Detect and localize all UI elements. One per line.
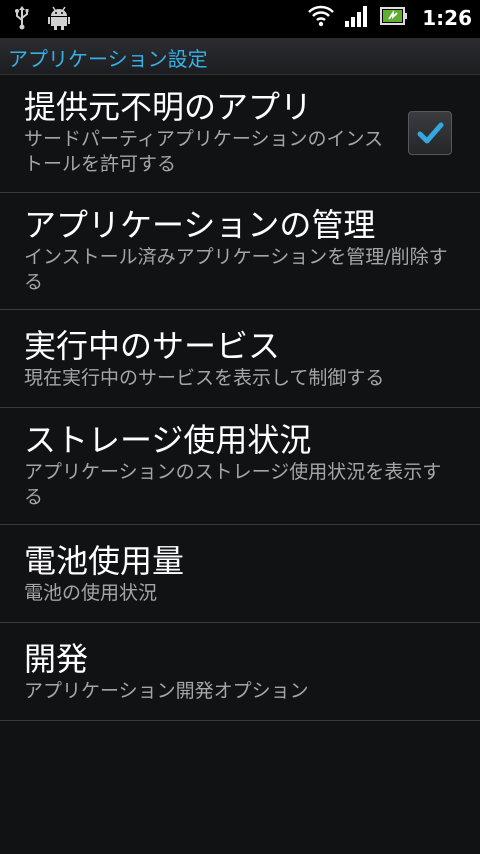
clock: 1:26 xyxy=(422,6,472,30)
settings-item-title: 開発 xyxy=(24,640,89,678)
settings-item-summary: 現在実行中のサービスを表示して制御する xyxy=(24,367,385,389)
settings-item-summary: アプリケーションのストレージ使用状況を表示する xyxy=(24,461,442,508)
settings-item-unknown-sources[interactable]: 提供元不明のアプリ サードパーティアプリケーションのインストールを許可する xyxy=(0,75,480,193)
android-debug-icon xyxy=(48,6,70,34)
settings-list: 提供元不明のアプリ サードパーティアプリケーションのインストールを許可する アプ… xyxy=(0,75,480,721)
settings-item-summary: アプリケーション開発オプション xyxy=(24,680,309,702)
battery-icon xyxy=(380,6,408,30)
signal-icon xyxy=(344,4,370,32)
settings-item-title: 実行中のサービス xyxy=(24,327,281,365)
settings-item-development[interactable]: 開発 アプリケーション開発オプション xyxy=(0,623,480,721)
wifi-icon xyxy=(308,5,335,31)
settings-item-title: ストレージ使用状況 xyxy=(24,421,312,459)
unknown-sources-checkbox[interactable] xyxy=(408,111,452,155)
settings-item-title: アプリケーションの管理 xyxy=(24,206,376,244)
usb-icon xyxy=(14,6,30,34)
status-bar: 1:26 xyxy=(0,0,480,38)
title-bar: アプリケーション設定 xyxy=(0,38,480,75)
settings-item-summary: サードパーティアプリケーションのインストールを許可する xyxy=(24,128,384,175)
settings-item-title: 提供元不明のアプリ xyxy=(24,88,313,126)
settings-item-running-services[interactable]: 実行中のサービス 現在実行中のサービスを表示して制御する xyxy=(0,310,480,408)
settings-item-summary: 電池の使用状況 xyxy=(24,582,158,604)
settings-item-title: 電池使用量 xyxy=(24,542,185,580)
page-title: アプリケーション設定 xyxy=(8,47,208,71)
settings-item-summary: インストール済みアプリケーションを管理/削除する xyxy=(24,246,448,293)
settings-item-battery-use[interactable]: 電池使用量 電池の使用状況 xyxy=(0,525,480,623)
checkmark-icon xyxy=(409,122,451,158)
settings-item-storage-use[interactable]: ストレージ使用状況 アプリケーションのストレージ使用状況を表示する xyxy=(0,408,480,525)
settings-item-manage-apps[interactable]: アプリケーションの管理 インストール済みアプリケーションを管理/削除する xyxy=(0,193,480,310)
